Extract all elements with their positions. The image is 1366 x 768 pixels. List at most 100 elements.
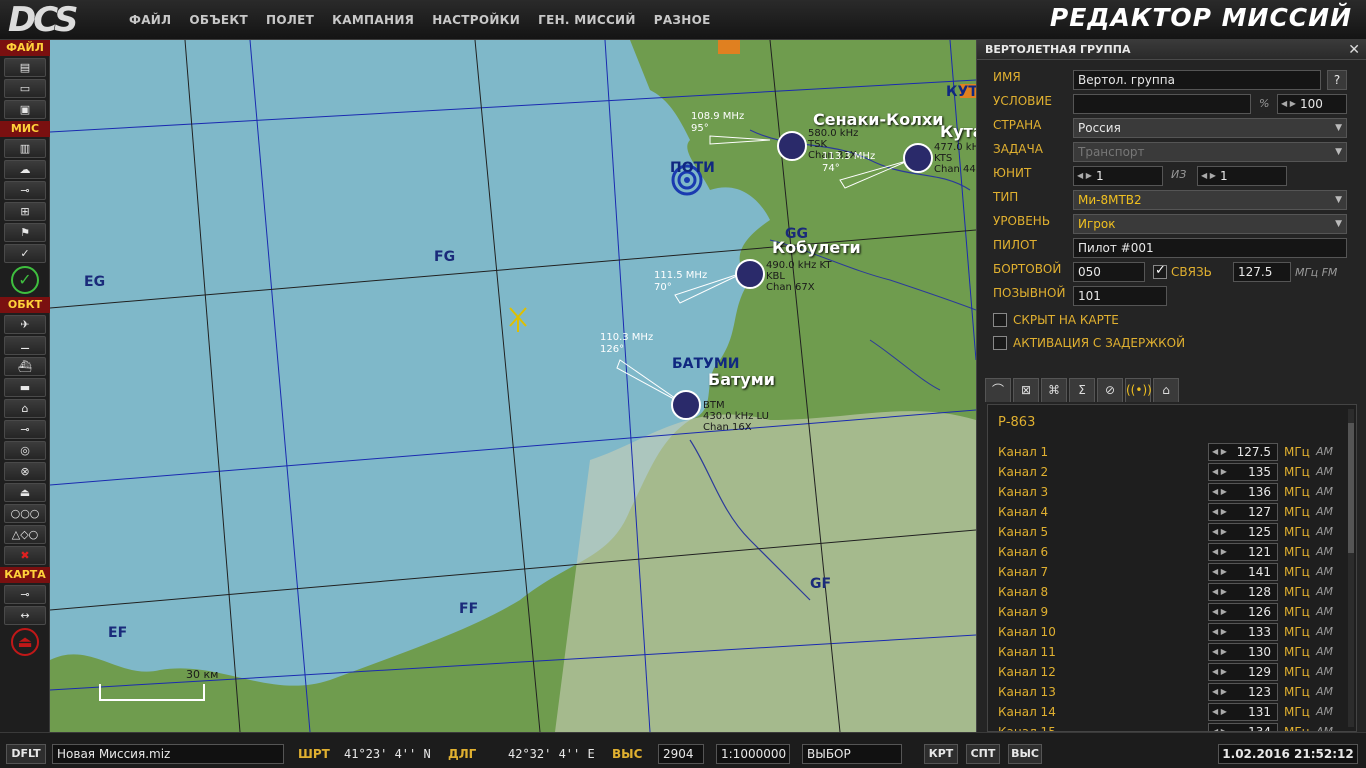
ruler-icon[interactable]: ⊸: [4, 585, 46, 604]
spinner-arrows-icon[interactable]: ◀ ▶: [1212, 584, 1227, 600]
delete-icon[interactable]: ✖: [4, 546, 46, 565]
channel-frequency-spinner[interactable]: ◀ ▶ 127.5: [1208, 443, 1278, 461]
comm-checkbox[interactable]: [1153, 263, 1167, 279]
exit-icon[interactable]: ⏏: [11, 628, 39, 656]
spinner-arrows-icon[interactable]: ◀ ▶: [1212, 544, 1227, 560]
tab-route-icon[interactable]: ⌒: [985, 378, 1011, 402]
menu-settings[interactable]: НАСТРОЙКИ: [423, 0, 529, 40]
tab-summary-icon[interactable]: Σ: [1069, 378, 1095, 402]
name-field[interactable]: Вертол. группа: [1073, 70, 1321, 90]
briefing-icon[interactable]: ▥: [4, 139, 46, 158]
country-select[interactable]: Россия ▼: [1073, 118, 1347, 138]
waypoint-icon[interactable]: ⊸: [4, 420, 46, 439]
tab-loadout-icon[interactable]: ⌘: [1041, 378, 1067, 402]
spinner-arrows-icon[interactable]: ◀ ▶: [1212, 704, 1227, 720]
satellite-button[interactable]: СПТ: [966, 744, 1000, 764]
spinner-arrows-icon[interactable]: ◀ ▶: [1212, 444, 1227, 460]
target-icon[interactable]: ⊞: [4, 202, 46, 221]
channel-frequency-spinner[interactable]: ◀ ▶ 131: [1208, 703, 1278, 721]
late-activation-checkbox[interactable]: [993, 336, 1007, 350]
measure-icon[interactable]: ↔: [4, 606, 46, 625]
mission-ok-icon[interactable]: ✓: [11, 266, 39, 294]
channel-frequency-spinner[interactable]: ◀ ▶ 136: [1208, 483, 1278, 501]
tab-radio-icon[interactable]: ((•)): [1125, 378, 1152, 402]
spinner-arrows-icon[interactable]: ◀ ▶: [1281, 95, 1296, 113]
template-icon[interactable]: ○○○: [4, 504, 46, 523]
channel-frequency-spinner[interactable]: ◀ ▶ 123: [1208, 683, 1278, 701]
spinner-arrows-icon[interactable]: ◀ ▶: [1212, 524, 1227, 540]
initial-point-icon[interactable]: ⏏: [4, 483, 46, 502]
channel-frequency-spinner[interactable]: ◀ ▶ 135: [1208, 463, 1278, 481]
tail-number-field[interactable]: 050: [1073, 262, 1145, 282]
spinner-arrows-icon[interactable]: ◀ ▶: [1212, 564, 1227, 580]
check-icon[interactable]: ✓: [4, 244, 46, 263]
map-button[interactable]: КРТ: [924, 744, 958, 764]
menu-flight[interactable]: ПОЛЕТ: [257, 0, 323, 40]
task-select[interactable]: Транспорт ▼: [1073, 142, 1347, 162]
channel-frequency-spinner[interactable]: ◀ ▶ 126: [1208, 603, 1278, 621]
spinner-arrows-icon[interactable]: ◀ ▶: [1212, 504, 1227, 520]
channel-frequency-spinner[interactable]: ◀ ▶ 129: [1208, 663, 1278, 681]
spinner-arrows-icon[interactable]: ◀ ▶: [1212, 644, 1227, 660]
altitude-button[interactable]: ВЫС: [1008, 744, 1042, 764]
hidden-on-map-checkbox[interactable]: [993, 313, 1007, 327]
comm-frequency-field[interactable]: 127.5: [1233, 262, 1291, 282]
type-select[interactable]: Ми-8МТВ2 ▼: [1073, 190, 1347, 210]
spinner-arrows-icon[interactable]: ◀ ▶: [1212, 664, 1227, 680]
weather-icon[interactable]: ☁: [4, 160, 46, 179]
menu-object[interactable]: ОБЪЕКТ: [180, 0, 257, 40]
pilot-field[interactable]: Пилот #001: [1073, 238, 1347, 258]
dflt-button[interactable]: DFLT: [6, 744, 46, 764]
airplane-icon[interactable]: ✈: [4, 315, 46, 334]
menu-file[interactable]: ФАЙЛ: [120, 0, 180, 40]
spinner-arrows-icon[interactable]: ◀ ▶: [1201, 167, 1216, 185]
tab-failures-icon[interactable]: ⊘: [1097, 378, 1123, 402]
channel-frequency-spinner[interactable]: ◀ ▶ 121: [1208, 543, 1278, 561]
radio-scrollbar[interactable]: [1348, 409, 1354, 727]
zone-icon[interactable]: ◎: [4, 441, 46, 460]
spinner-arrows-icon[interactable]: ◀ ▶: [1212, 604, 1227, 620]
map-scale-field: 1:1000000: [716, 744, 790, 764]
channel-frequency-spinner[interactable]: ◀ ▶ 127: [1208, 503, 1278, 521]
spinner-arrows-icon[interactable]: ◀ ▶: [1212, 484, 1227, 500]
unit-count-spinner[interactable]: ◀ ▶ 1: [1197, 166, 1287, 186]
menu-misc[interactable]: РАЗНОЕ: [645, 0, 720, 40]
menu-mission-generator[interactable]: ГЕН. МИССИЙ: [529, 0, 645, 40]
scrollbar-thumb[interactable]: [1348, 423, 1354, 553]
menu-campaign[interactable]: КАМПАНИЯ: [323, 0, 423, 40]
spinner-arrows-icon[interactable]: ◀ ▶: [1212, 684, 1227, 700]
new-file-icon[interactable]: ▤: [4, 58, 46, 77]
condition-field[interactable]: [1073, 94, 1251, 114]
channel-frequency-spinner[interactable]: ◀ ▶ 130: [1208, 643, 1278, 661]
tab-properties-icon[interactable]: ⌂: [1153, 378, 1179, 402]
unit-spinner[interactable]: ◀ ▶ 1: [1073, 166, 1163, 186]
help-button[interactable]: ?: [1327, 70, 1347, 90]
static-object-icon[interactable]: ⌂: [4, 399, 46, 418]
shapes-icon[interactable]: △◇○: [4, 525, 46, 544]
channel-modulation: AM: [1316, 585, 1334, 598]
vehicle-icon[interactable]: ▬: [4, 378, 46, 397]
spinner-arrows-icon[interactable]: ◀ ▶: [1077, 167, 1092, 185]
map-view[interactable]: EG FG GG EF FF GF Сенаки-Колхи Кута Кобу…: [50, 40, 976, 732]
ship-icon[interactable]: ⛴: [4, 357, 46, 376]
spinner-arrows-icon[interactable]: ◀ ▶: [1212, 724, 1227, 731]
channel-name: Канал 14: [998, 705, 1056, 719]
channel-frequency-spinner[interactable]: ◀ ▶ 128: [1208, 583, 1278, 601]
trigger-icon[interactable]: ⊸: [4, 181, 46, 200]
spinner-arrows-icon[interactable]: ◀ ▶: [1212, 464, 1227, 480]
tab-targets-icon[interactable]: ⊠: [1013, 378, 1039, 402]
open-file-icon[interactable]: ▭: [4, 79, 46, 98]
nav-target-icon[interactable]: ⊗: [4, 462, 46, 481]
flags-icon[interactable]: ⚑: [4, 223, 46, 242]
callsign-field[interactable]: 101: [1073, 286, 1167, 306]
probability-spinner[interactable]: ◀ ▶ 100: [1277, 94, 1347, 114]
save-file-icon[interactable]: ▣: [4, 100, 46, 119]
spinner-arrows-icon[interactable]: ◀ ▶: [1212, 624, 1227, 640]
channel-frequency-spinner[interactable]: ◀ ▶ 125: [1208, 523, 1278, 541]
close-icon[interactable]: ✕: [1348, 40, 1360, 60]
skill-select[interactable]: Игрок ▼: [1073, 214, 1347, 234]
helicopter-icon[interactable]: ⚊: [4, 336, 46, 355]
channel-frequency-spinner[interactable]: ◀ ▶ 141: [1208, 563, 1278, 581]
channel-frequency-spinner[interactable]: ◀ ▶ 133: [1208, 623, 1278, 641]
channel-frequency-spinner[interactable]: ◀ ▶ 134: [1208, 723, 1278, 731]
